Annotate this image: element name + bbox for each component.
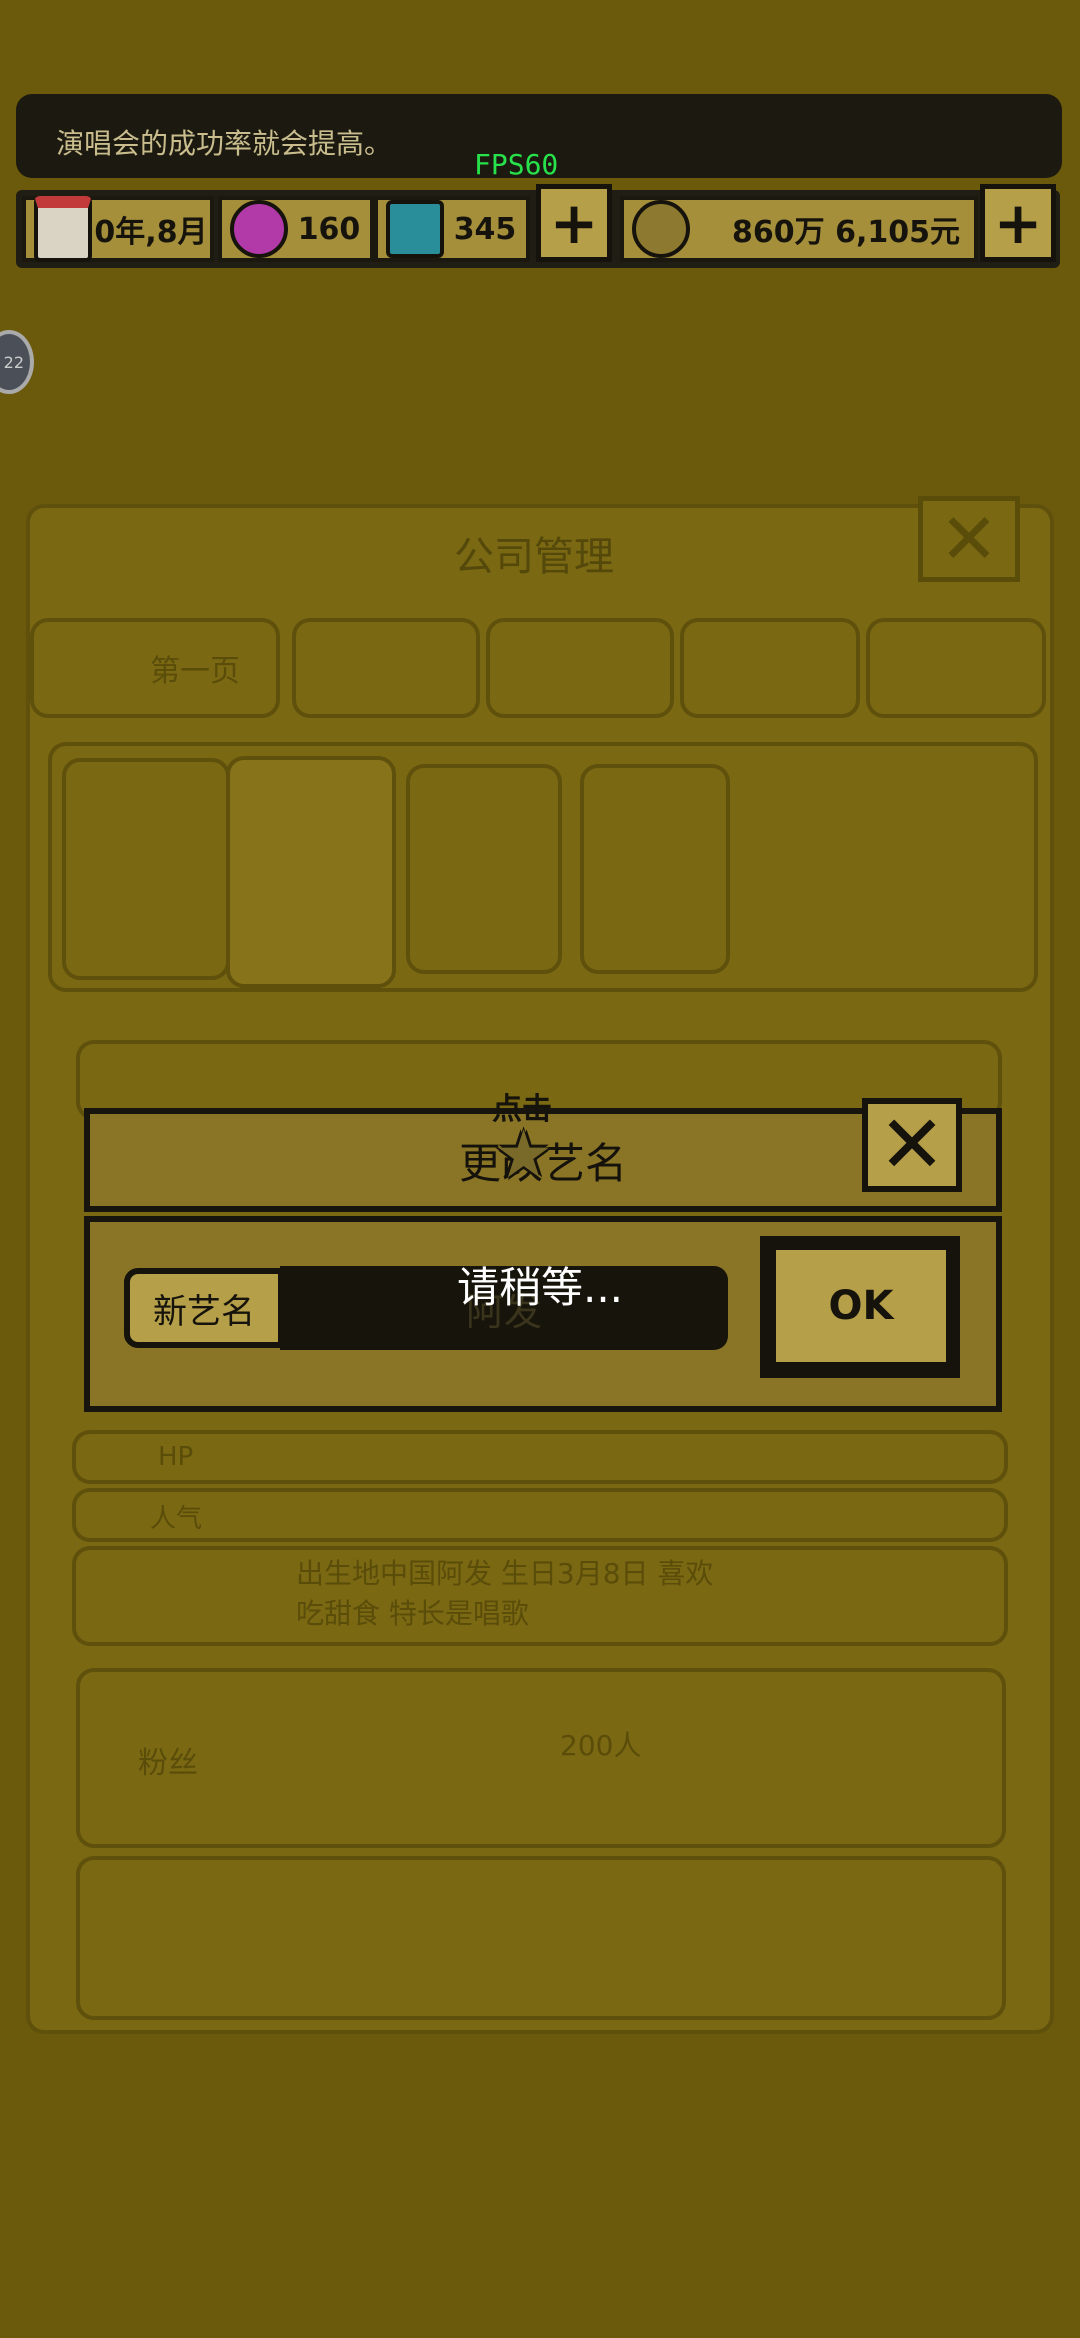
- stat-hp-label: HP: [158, 1442, 194, 1472]
- fans-count: 200人: [560, 1729, 642, 1762]
- side-badge[interactable]: 22: [0, 330, 34, 394]
- panel-close-button[interactable]: ✕: [918, 496, 1020, 582]
- artist-slot-1[interactable]: [62, 758, 230, 980]
- add-gems-button[interactable]: +: [536, 184, 612, 262]
- tab-3[interactable]: [486, 618, 674, 718]
- close-icon[interactable]: ✕: [862, 1098, 962, 1192]
- pink-gem-display: 160: [218, 196, 374, 262]
- date-value: 0年,8月: [94, 215, 208, 250]
- blue-gem-value: 345: [453, 211, 517, 247]
- date-display: 0年,8月: [22, 196, 214, 262]
- tab-first-page-label: 第一页: [150, 654, 240, 689]
- artist-slot-2[interactable]: [226, 756, 396, 988]
- profile-text: 出生地中国阿发 生日3月8日 喜欢吃甜食 特长是唱歌: [296, 1557, 714, 1630]
- stat-hp-row: [72, 1430, 1008, 1484]
- money-display: 860万 6,105元: [620, 196, 978, 262]
- tab-5[interactable]: [866, 618, 1046, 718]
- star-icon: ★: [494, 1116, 554, 1193]
- loading-text: 请稍等...: [456, 1263, 624, 1312]
- fps-counter: FPS60: [474, 148, 559, 181]
- tap-hint: 点击: [492, 1092, 552, 1127]
- fans-box: [76, 1668, 1006, 1848]
- add-money-button[interactable]: +: [980, 184, 1056, 262]
- coin-icon: [632, 200, 690, 258]
- pink-gem-value: 160: [297, 211, 361, 247]
- fans-label: 粉丝: [138, 1746, 198, 1781]
- tab-4[interactable]: [680, 618, 860, 718]
- blue-gem-icon: [386, 200, 444, 258]
- artist-slot-3[interactable]: [406, 764, 562, 974]
- notification-text: 演唱会的成功率就会提高。: [56, 127, 393, 160]
- stats-grid: [76, 1856, 1006, 2020]
- money-value: 860万 6,105元: [732, 215, 960, 250]
- tab-2[interactable]: [292, 618, 480, 718]
- calendar-icon: [34, 196, 92, 262]
- panel-title: 公司管理: [454, 534, 614, 580]
- stat-popularity-label: 人气: [150, 1504, 203, 1534]
- blue-gem-display: 345: [374, 196, 530, 262]
- stat-popularity-row: [72, 1488, 1008, 1542]
- artist-slot-4[interactable]: [580, 764, 730, 974]
- pink-gem-icon: [230, 200, 288, 258]
